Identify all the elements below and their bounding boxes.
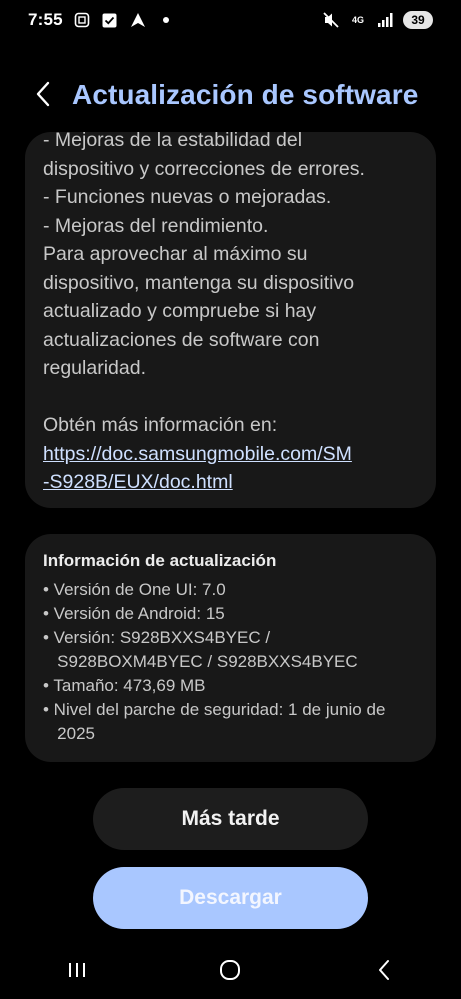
network-4g-icon: 4G — [349, 11, 367, 29]
notes-line: actualizado y compruebe si hay — [43, 300, 317, 322]
info-item: • Tamaño: 473,69 MB — [43, 676, 206, 695]
download-button[interactable]: Descargar — [93, 867, 368, 929]
info-item: • Versión de One UI: 7.0 — [43, 580, 226, 599]
navigation-bar — [0, 946, 461, 999]
info-item: 2025 — [43, 724, 95, 743]
app-header: Actualización de software — [0, 72, 461, 120]
release-notes-card: - Mejoras de la estabilidad del disposit… — [25, 129, 436, 508]
back-button[interactable] — [28, 80, 58, 112]
notes-line: dispositivo y correcciones de errores. — [43, 157, 365, 180]
screenshot-icon — [73, 11, 91, 29]
update-info-list: • Versión de One UI: 7.0 • Versión de An… — [43, 578, 418, 746]
home-button[interactable] — [200, 953, 260, 993]
mute-icon — [322, 11, 340, 29]
recent-apps-button[interactable] — [47, 953, 107, 993]
link-line-1: https://doc.samsungmobile.com/SM — [43, 442, 352, 465]
notes-line: - Funciones nuevas o mejoradas. — [43, 186, 332, 208]
home-icon — [219, 959, 241, 986]
back-icon — [376, 959, 392, 986]
status-bar-right: 4G 39 — [322, 11, 433, 29]
more-info-label: Obtén más información en: — [43, 414, 278, 436]
later-button[interactable]: Más tarde — [93, 788, 368, 850]
info-item: • Versión de Android: 15 — [43, 604, 225, 623]
checkbox-icon — [101, 11, 119, 29]
link-line-2: -S928B/EUX/doc.html — [43, 471, 233, 493]
status-bar-left: 7:55 — [28, 10, 175, 30]
battery-icon: 39 — [403, 11, 433, 29]
notes-line: Para aprovechar al máximo su — [43, 243, 308, 265]
status-time: 7:55 — [28, 10, 63, 29]
info-item: • Versión: S928BXXS4BYEC / — [43, 628, 271, 647]
notes-line: dispositivo, mantenga su dispositivo — [43, 271, 355, 294]
navigation-arrow-icon — [129, 11, 147, 29]
network-label: 4G — [351, 14, 364, 25]
notes-line: - Mejoras de la estabilidad del — [43, 129, 303, 151]
update-info-title: Información de actualización — [43, 551, 277, 570]
notes-line: regularidad. — [43, 357, 146, 379]
chevron-left-icon — [34, 80, 52, 113]
release-notes-link[interactable]: https://doc.samsungmobile.com/SM -S928B/… — [43, 440, 418, 497]
nav-back-button[interactable] — [354, 953, 414, 993]
update-info-card: Información de actualización • Versión d… — [25, 534, 436, 762]
info-item: S928BOXM4BYEC / S928BXXS4BYEC — [43, 652, 358, 671]
page-title: Actualización de software — [72, 79, 419, 110]
dot-icon — [157, 11, 175, 29]
signal-icon — [376, 11, 394, 29]
notes-line: - Mejoras del rendimiento. — [43, 214, 269, 237]
recent-apps-icon — [66, 961, 88, 984]
status-bar: 7:55 4G 39 — [0, 0, 461, 40]
notes-line: actualizaciones de software con — [43, 328, 320, 351]
info-item: • Nivel del parche de seguridad: 1 de ju… — [43, 700, 386, 719]
